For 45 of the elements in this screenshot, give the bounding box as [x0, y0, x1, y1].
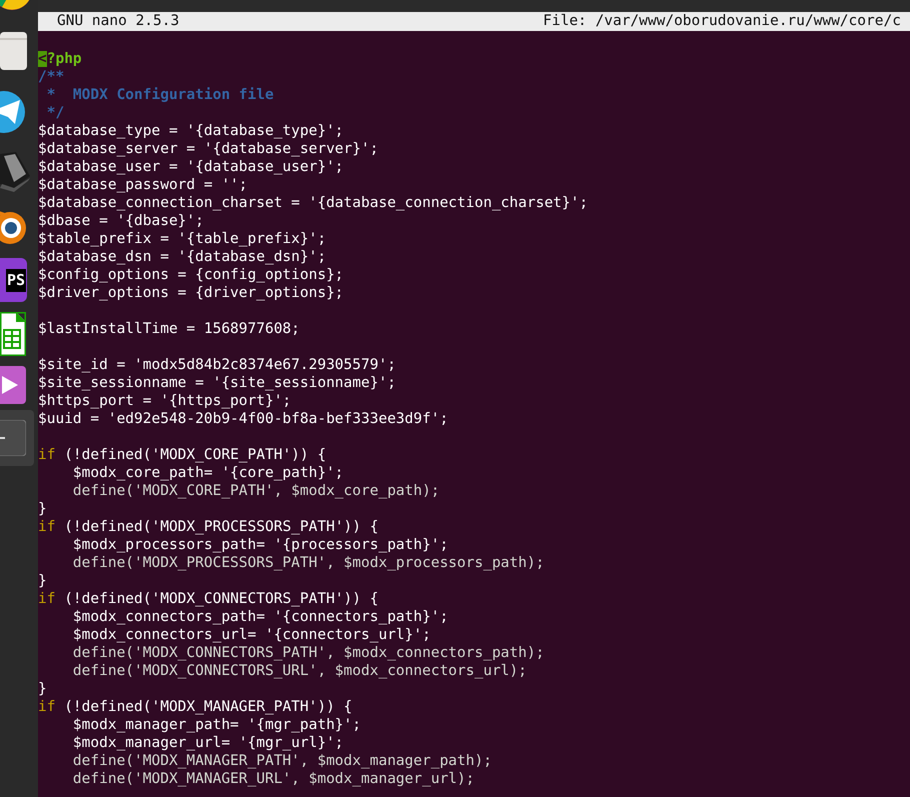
code-line: define('MODX_MANAGER_URL', $modx_manager_url); — [72, 770, 476, 788]
code-comment: /** — [38, 68, 66, 86]
code-line: $table_prefix = '{table_prefix}'; — [38, 230, 328, 248]
code-line: $modx_connectors_path= '{connectors_path}'; — [72, 608, 450, 626]
code-line: $database_type = '{database_type}'; — [38, 122, 345, 140]
paper-plane-icon[interactable] — [0, 90, 26, 134]
code-line: if (!defined('MODX_CONNECTORS_PATH')) { — [38, 590, 380, 608]
code-line: $modx_manager_url= '{mgr_url}'; — [72, 734, 345, 752]
code-comment: * MODX Configuration file — [46, 86, 275, 104]
code-line: define('MODX_CONNECTORS_PATH', $modx_connectors_path); — [72, 644, 546, 662]
app-logo[interactable]: PS — [0, 258, 27, 302]
code-line: define('MODX_PROCESSORS_PATH', $modx_processors_path); — [72, 554, 546, 572]
code-line: $modx_connectors_url= '{connectors_url}'; — [72, 626, 432, 644]
code-comment: */ — [46, 104, 66, 122]
code-line: $uuid = 'ed92e548-20b9-4f00-bf8a-bef333ee3d9f'; — [38, 410, 450, 428]
code-line: $https_port = '{https_port}'; — [38, 392, 292, 410]
code-line: $driver_options = {driver_options}; — [38, 284, 345, 302]
code-line: if (!defined('MODX_CORE_PATH')) { — [38, 446, 328, 464]
code-line: if (!defined('MODX_MANAGER_PATH')) { — [38, 698, 354, 716]
code-line: $modx_processors_path= '{processors_path}'; — [72, 536, 450, 554]
code-line: $lastInstallTime = 1568977608; — [38, 320, 301, 338]
text-cursor: < — [38, 51, 47, 67]
code-line: $config_options = {config_options}; — [38, 266, 345, 284]
code-line: $modx_core_path= '{core_path}'; — [72, 464, 345, 482]
code-line: $database_dsn = '{database_dsn}'; — [38, 248, 328, 266]
code-line: $modx_manager_path= '{mgr_path}'; — [72, 716, 362, 734]
code-line: define('MODX_CONNECTORS_URL', $modx_connectors_url); — [72, 662, 528, 680]
code-line: $database_user = '{database_user}'; — [38, 158, 345, 176]
file-path: File: /var/www/oborudovanie.ru/www/core/c — [543, 12, 901, 31]
code-line: } — [38, 572, 48, 590]
code-line: define('MODX_MANAGER_PATH', $modx_manager_path); — [72, 752, 493, 770]
code-line: <?php — [38, 50, 83, 68]
editor-title: GNU nano 2.5.3 — [57, 12, 180, 31]
code-line: $database_connection_charset = '{database_connection_charset}'; — [38, 194, 589, 212]
spreadsheet-icon[interactable] — [0, 312, 26, 356]
code-line: $database_password = ''; — [38, 176, 249, 194]
code-line: if (!defined('MODX_PROCESSORS_PATH')) { — [38, 518, 380, 536]
code-line: define('MODX_CORE_PATH', $modx_core_path); — [72, 482, 441, 500]
code-line: } — [38, 680, 48, 698]
code-line: $site_sessionname = '{site_sessionname}'; — [38, 374, 397, 392]
code-line: $dbase = '{dbase}'; — [38, 212, 205, 230]
play-icon[interactable] — [0, 366, 26, 404]
code-line: } — [38, 500, 48, 518]
code-line: $site_id = 'modx5d84b2c8374e67.29305579'; — [38, 356, 397, 374]
code-line: $database_server = '{database_server}'; — [38, 140, 380, 158]
